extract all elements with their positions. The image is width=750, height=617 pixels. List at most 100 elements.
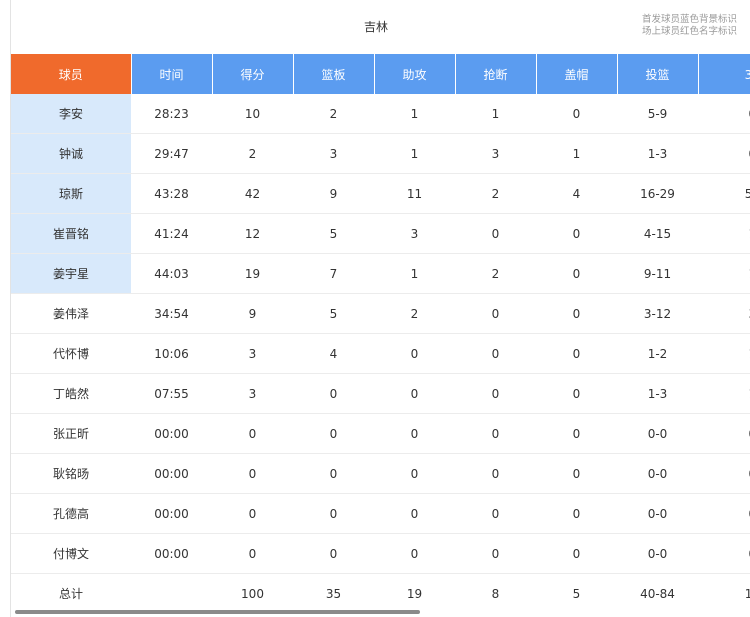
cell-player-name[interactable]: 付博文 [11,533,131,574]
cell-field-goals: 9-11 [617,253,698,294]
cell-time: 10:06 [131,333,212,374]
cell-assists: 1 [374,253,455,294]
table-row[interactable]: 姜伟泽34:54952003-123- [11,293,750,334]
cell-rebounds: 7 [293,253,374,294]
cell-player-name[interactable]: 崔晋铭 [11,213,131,254]
cell-assists: 0 [374,413,455,454]
table-row[interactable]: 丁皓然07:55300001-31- [11,373,750,414]
total-steals: 8 [491,586,500,601]
table-row[interactable]: 孔德高00:00000000-00- [11,493,750,534]
cell-rebounds: 5 [293,213,374,254]
cell-blocks: 0 [536,453,617,494]
cell-blocks: 0 [536,533,617,574]
cell-rebounds: 4 [293,333,374,374]
cell-points: 3 [212,333,293,374]
cell-time: 00:00 [131,413,212,454]
cell-time: 07:55 [131,373,212,414]
cell-steals: 0 [455,413,536,454]
cell-assists: 0 [374,373,455,414]
cell-player-name[interactable]: 姜伟泽 [11,293,131,334]
cell-player-name[interactable]: 丁皓然 [11,373,131,414]
column-header-blocks[interactable]: 盖帽 [536,54,618,94]
column-header-rebounds[interactable]: 篮板 [293,54,375,94]
cell-rebounds: 0 [293,533,374,574]
cell-three-pointers: 1- [698,373,750,414]
cell-field-goals: 0-0 [617,453,698,494]
table-row[interactable]: 姜宇星44:031971209-111- [11,253,750,294]
cell-time: 34:54 [131,293,212,334]
table-row[interactable]: 付博文00:00000000-00- [11,533,750,574]
column-header-player[interactable]: 球员 [11,54,132,94]
cell-player-name[interactable]: 姜宇星 [11,253,131,294]
table-row[interactable]: 琼斯43:28429112416-295-1 [11,173,750,214]
table-row[interactable]: 崔晋铭41:241253004-151- [11,213,750,254]
stats-table[interactable]: 球员 时间 得分 篮板 助攻 抢断 盖帽 投篮 3分 李安28:23102110… [11,54,750,613]
cell-assists: 1 [374,94,455,134]
table-row[interactable]: 李安28:231021105-90- [11,94,750,134]
table-row[interactable]: 钟诚29:47231311-30- [11,133,750,174]
column-header-assists[interactable]: 助攻 [374,54,456,94]
box-score-panel: 吉林 首发球员蓝色背景标识 场上球员红色名字标识 球员 时间 得分 篮板 助攻 … [10,0,750,617]
cell-steals: 0 [455,293,536,334]
cell-field-goals: 1-3 [617,133,698,174]
team-name: 吉林 [363,20,388,34]
cell-steals: 0 [455,453,536,494]
cell-assists: 3 [374,213,455,254]
cell-points: 0 [212,453,293,494]
legend-on-court: 场上球员红色名字标识 [641,26,737,37]
cell-three-pointers: 0- [698,94,750,134]
column-header-field-goals[interactable]: 投篮 [617,54,699,94]
cell-blocks: 0 [536,253,617,294]
table-row[interactable]: 耿铭旸00:00000000-00- [11,453,750,494]
cell-field-goals: 5-9 [617,94,698,134]
cell-player-name[interactable]: 孔德高 [11,493,131,534]
cell-three-pointers: 0- [698,133,750,174]
cell-steals: 0 [455,213,536,254]
cell-player-name[interactable]: 耿铭旸 [11,453,131,494]
cell-points: 0 [212,533,293,574]
cell-assists: 0 [374,493,455,534]
cell-points: 12 [212,213,293,254]
cell-rebounds: 0 [293,373,374,414]
cell-time: 44:03 [131,253,212,294]
total-player-name: 总计 [58,587,83,601]
cell-time: 00:00 [131,453,212,494]
cell-rebounds: 5 [293,293,374,334]
column-header-time[interactable]: 时间 [131,54,213,94]
cell-rebounds: 3 [293,133,374,174]
horizontal-scrollbar[interactable] [15,610,420,614]
column-header-points[interactable]: 得分 [212,54,294,94]
cell-blocks: 0 [536,493,617,534]
cell-blocks: 0 [536,373,617,414]
column-header-steals[interactable]: 抢断 [455,54,537,94]
cell-player-name[interactable]: 钟诚 [11,133,131,174]
cell-points: 9 [212,293,293,334]
cell-points: 2 [212,133,293,174]
cell-blocks: 4 [536,173,617,214]
cell-blocks: 0 [536,413,617,454]
cell-field-goals: 16-29 [617,173,698,214]
cell-three-pointers: 1- [698,333,750,374]
cell-three-pointers: 0- [698,533,750,574]
cell-time: 00:00 [131,533,212,574]
table-row[interactable]: 张正昕00:00000000-00- [11,413,750,454]
cell-points: 19 [212,253,293,294]
total-three-pointers: 12- [698,574,750,614]
cell-rebounds: 0 [293,413,374,454]
cell-time: 00:00 [131,493,212,534]
cell-steals: 0 [455,533,536,574]
cell-points: 10 [212,94,293,134]
cell-player-name[interactable]: 张正昕 [11,413,131,454]
cell-field-goals: 0-0 [617,533,698,574]
cell-three-pointers: 3- [698,293,750,334]
cell-player-name[interactable]: 琼斯 [11,173,131,214]
total-assists: 19 [406,586,423,601]
table-row[interactable]: 代怀博10:06340001-21- [11,333,750,374]
cell-assists: 1 [374,133,455,174]
column-header-three-pointers[interactable]: 3分 [698,54,750,94]
cell-rebounds: 9 [293,173,374,214]
cell-rebounds: 0 [293,453,374,494]
cell-field-goals: 0-0 [617,493,698,534]
cell-player-name[interactable]: 李安 [11,94,131,134]
cell-player-name[interactable]: 代怀博 [11,333,131,374]
